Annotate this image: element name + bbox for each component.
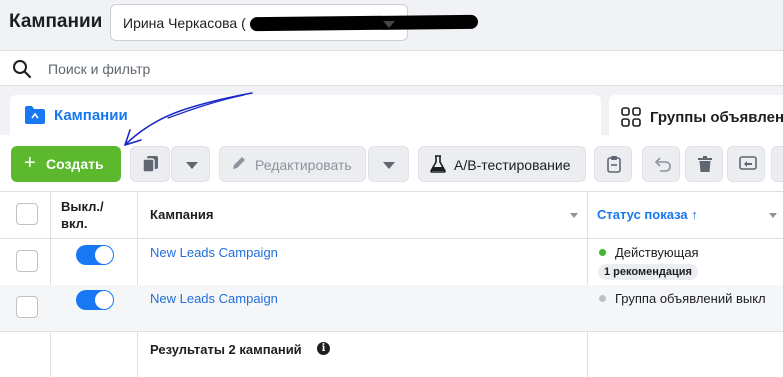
folder-icon [25,106,45,124]
create-label: Создать [46,156,104,172]
chevron-down-icon [383,162,395,169]
tab-campaigns-label: Кампании [54,107,128,124]
create-button[interactable]: + Создать [11,146,121,182]
table-divider [0,331,783,332]
tab-ad-groups-label: Группы объявлений [650,109,783,126]
info-icon[interactable]: i [317,342,330,355]
campaign-name-link[interactable]: New Leads Campaign [150,245,278,260]
column-divider [587,191,588,377]
edit-button[interactable]: Редактировать [219,146,366,182]
chevron-down-icon [383,21,395,28]
duplicate-icon [142,156,158,173]
preview-icon [739,156,757,170]
grid-icon [621,107,641,127]
duplicate-button[interactable] [130,146,170,182]
edit-label: Редактировать [255,157,352,173]
account-name: Ирина Черкасова ( [123,15,246,31]
redaction-mark [249,14,479,32]
results-summary: Результаты 2 кампаний [150,342,302,357]
search-bar[interactable]: Поиск и фильтр [0,50,783,86]
row-checkbox[interactable] [16,296,38,318]
campaign-toggle[interactable] [76,245,114,265]
recommendation-badge[interactable]: 1 рекомендация [598,264,698,280]
ab-test-label: A/B-тестирование [454,157,571,173]
top-bar: Кампании Ирина Черкасова ( [0,0,783,46]
status-text: Группа объявлений выкл [615,291,766,306]
search-input[interactable]: Поиск и фильтр [48,61,150,77]
column-header-status[interactable]: Статус показа ↑ [597,207,698,222]
plus-icon: + [24,152,36,174]
flask-icon [430,155,446,173]
toggle-knob [95,291,113,309]
edit-menu-button[interactable] [368,146,409,182]
chevron-down-icon [186,162,198,169]
campaign-name-link[interactable]: New Leads Campaign [150,291,278,306]
clipboard-icon [607,156,621,173]
account-selector[interactable]: Ирина Черкасова ( [110,4,479,41]
more-button[interactable] [771,146,783,182]
column-divider [50,191,51,377]
status-dot-off [599,295,606,302]
sort-caret-icon[interactable] [570,213,578,218]
column-divider [137,191,138,377]
sort-caret-icon[interactable] [769,213,777,218]
delete-button[interactable] [685,146,723,182]
duplicate-menu-button[interactable] [171,146,210,182]
toggle-knob [95,246,113,264]
column-header-campaign[interactable]: Кампания [150,207,213,222]
status-dot-active [599,249,606,256]
clipboard-button[interactable] [594,146,632,182]
preview-button[interactable] [727,146,765,182]
pencil-icon [233,157,245,169]
column-header-toggle[interactable]: Выкл./ вкл. [61,198,104,232]
status-text: Действующая [615,245,699,260]
undo-button[interactable] [642,146,680,182]
row-checkbox[interactable] [16,250,38,272]
search-icon [13,60,32,79]
trash-icon [698,156,712,172]
table-divider [0,238,783,239]
select-all-checkbox[interactable] [16,203,38,225]
ab-test-button[interactable]: A/B-тестирование [418,146,586,182]
table-divider [0,191,783,192]
page-title: Кампании [9,11,103,32]
campaign-toggle[interactable] [76,290,114,310]
undo-icon [654,157,671,172]
